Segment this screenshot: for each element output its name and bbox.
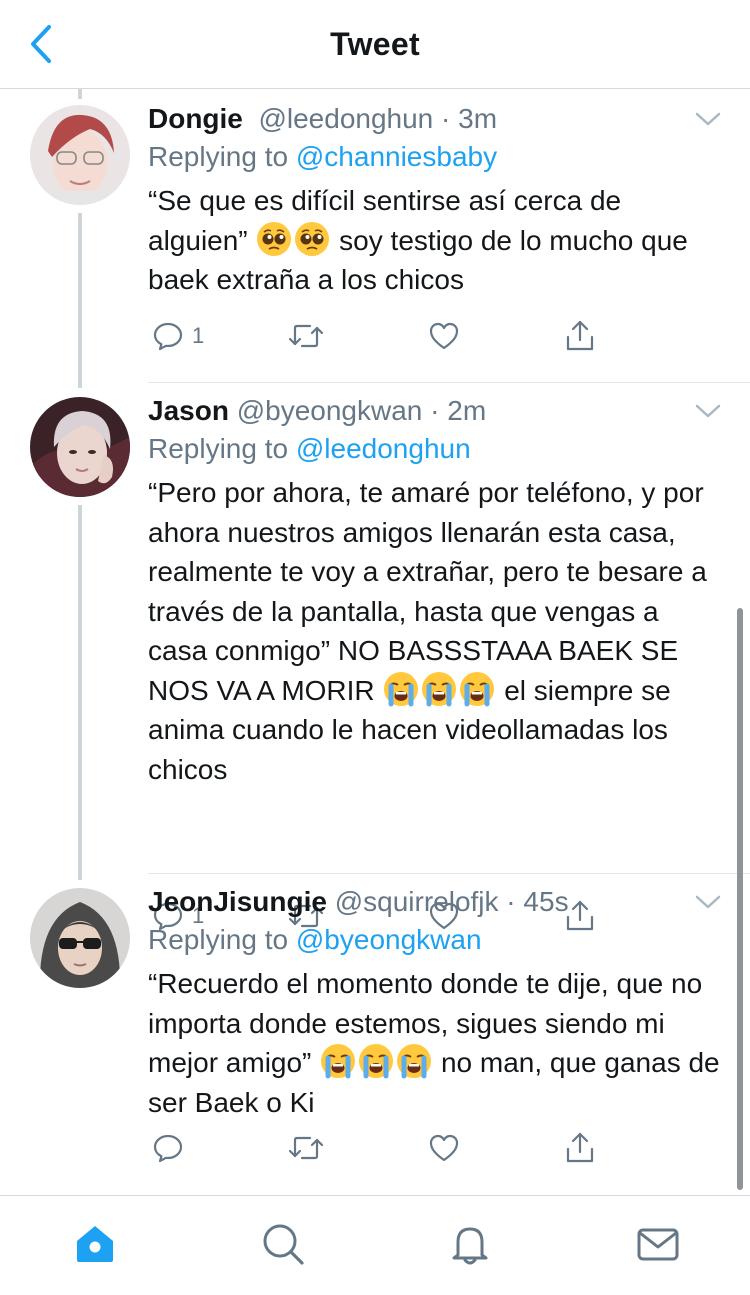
share-button[interactable]: [564, 1129, 596, 1167]
display-name[interactable]: JeonJisungie: [148, 886, 327, 917]
tweet-header: Dongie @leedonghun · 3m: [148, 103, 498, 134]
retweet-button[interactable]: [288, 317, 324, 355]
more-options-button[interactable]: [694, 401, 722, 421]
messages-icon: [637, 1228, 679, 1261]
tweet-header: Jason @byeongkwan · 2m: [148, 395, 487, 426]
tweet-text: “Recuerdo el momento donde te dije, que …: [148, 968, 720, 1118]
tweet-actions: 1: [148, 317, 608, 357]
bottom-tab-bar: [0, 1195, 750, 1295]
search-icon: [263, 1224, 304, 1265]
tweet-text: “Se que es difícil sentirse así cerca de…: [148, 185, 688, 295]
like-button[interactable]: [428, 317, 460, 355]
replying-to: Replying to @channiesbaby: [148, 141, 498, 172]
loudly-crying-face-emoji: [359, 1044, 394, 1079]
replying-to-link[interactable]: @leedonghun: [296, 433, 471, 464]
chevron-down-icon: [695, 112, 721, 126]
replying-to-link[interactable]: @channiesbaby: [296, 141, 497, 172]
reply-button[interactable]: [152, 1129, 192, 1167]
retweet-icon: [288, 1136, 324, 1160]
reply-tweet[interactable]: JeonJisungie @squirrelofjk · 45s Replyin…: [0, 886, 750, 1186]
pleading-face-emoji: [295, 221, 330, 256]
tab-home[interactable]: [73, 1222, 117, 1266]
loudly-crying-face-emoji: [422, 671, 457, 706]
top-bar: Tweet: [0, 0, 750, 89]
loudly-crying-face-emoji: [460, 671, 495, 706]
divider: [148, 382, 750, 383]
loudly-crying-face-emoji: [384, 671, 419, 706]
divider: [148, 873, 750, 874]
thread-line: [78, 89, 82, 99]
tweet-actions: [148, 1129, 608, 1169]
user-handle[interactable]: @squirrelofjk: [335, 886, 499, 917]
more-options-button[interactable]: [694, 109, 722, 129]
retweet-button[interactable]: [288, 1129, 324, 1167]
tab-messages[interactable]: [636, 1222, 680, 1266]
notifications-icon: [452, 1227, 488, 1265]
timestamp: 45s: [523, 886, 569, 917]
scrollbar[interactable]: [737, 608, 743, 1190]
home-icon: [77, 1226, 113, 1262]
avatar[interactable]: [30, 105, 130, 205]
reply-tweet[interactable]: Jason @byeongkwan · 2m Replying to @leed…: [0, 395, 750, 931]
tab-notifications[interactable]: [448, 1222, 492, 1266]
display-name[interactable]: Dongie: [148, 103, 243, 134]
tweet-text: “Pero por ahora, te amaré por teléfono, …: [148, 477, 707, 785]
like-button[interactable]: [428, 1129, 460, 1167]
loudly-crying-face-emoji: [321, 1044, 356, 1079]
display-name[interactable]: Jason: [148, 395, 229, 426]
pleading-face-emoji: [257, 221, 292, 256]
timestamp: 2m: [447, 395, 487, 426]
share-button[interactable]: [564, 317, 596, 355]
timestamp: 3m: [458, 103, 498, 134]
tweet-header: JeonJisungie @squirrelofjk · 45s: [148, 886, 569, 917]
reply-tweet[interactable]: Dongie @leedonghun · 3m Replying to @cha…: [0, 103, 750, 393]
reply-count: 1: [192, 323, 205, 348]
share-icon: [566, 320, 594, 351]
retweet-icon: [288, 324, 324, 348]
page-title: Tweet: [330, 26, 420, 62]
share-icon: [566, 1132, 594, 1163]
replies-feed[interactable]: Dongie @leedonghun · 3m Replying to @cha…: [0, 89, 750, 1195]
heart-icon: [429, 1134, 459, 1162]
avatar[interactable]: [30, 397, 130, 497]
replying-to: Replying to @byeongkwan: [148, 924, 482, 955]
chevron-down-icon: [695, 895, 721, 909]
heart-icon: [429, 322, 459, 350]
user-handle[interactable]: @byeongkwan: [237, 395, 423, 426]
reply-button[interactable]: 1: [152, 317, 204, 355]
user-handle[interactable]: @leedonghun: [258, 103, 433, 134]
loudly-crying-face-emoji: [397, 1044, 432, 1079]
tab-search[interactable]: [261, 1222, 305, 1266]
reply-icon: [153, 1134, 183, 1163]
chevron-down-icon: [695, 404, 721, 418]
avatar[interactable]: [30, 888, 130, 988]
replying-to: Replying to @leedonghun: [148, 433, 471, 464]
more-options-button[interactable]: [694, 892, 722, 912]
reply-icon: [153, 322, 183, 351]
replying-to-link[interactable]: @byeongkwan: [296, 924, 482, 955]
